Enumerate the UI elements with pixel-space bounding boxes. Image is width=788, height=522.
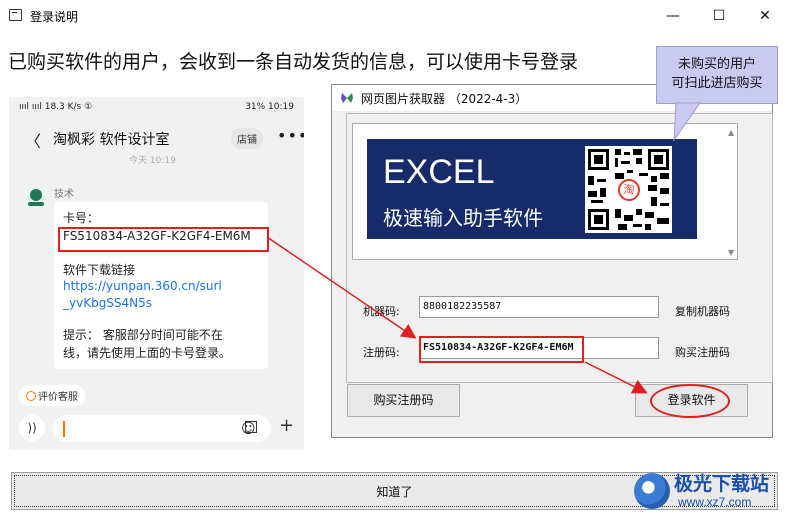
buy-reg-code-button: 购买注册码: [347, 384, 460, 417]
reg-code-highlight: [419, 336, 584, 363]
sender-name: 技术: [54, 189, 74, 200]
promo-banner: EXCEL 极速输入助手软件 淘: [367, 139, 697, 239]
banner-frame: ▲ EXCEL 极速输入助手软件 淘 ▼: [352, 123, 738, 260]
login-button-highlight: [650, 384, 730, 418]
minimize-button[interactable]: —: [650, 0, 696, 32]
card-label: 卡号：: [63, 211, 100, 225]
app-dialog-screenshot: 网页图片获取器 （2022-4-3） ▲ EXCEL 极速输入助手软件 淘 ▼: [331, 84, 773, 438]
watermark-text: 极光下载站: [674, 473, 770, 495]
plus-icon: +: [279, 415, 295, 436]
callout-line-2: 可扫此进店购买: [671, 76, 763, 91]
message-time: 今天 10:19: [129, 156, 176, 166]
title-bar: 登录说明 — ☐ ✕: [0, 0, 788, 32]
close-button[interactable]: ✕: [742, 0, 788, 32]
copy-machine-code-link: 复制机器码: [675, 305, 730, 318]
download-label: 软件下载链接: [63, 263, 136, 277]
message-bubble: 卡号： FS510834-A32GF-K2GF4-EM6M 软件下载链接 htt…: [54, 202, 269, 369]
banner-subtitle: 极速输入助手软件: [383, 206, 543, 230]
chat-header: 〈 淘枫彩 软件设计室 店铺 •••: [9, 119, 304, 157]
app-icon: [9, 9, 22, 21]
watermark-logo-icon: [634, 473, 670, 509]
evaluate-service-button: 评价客服: [19, 385, 85, 406]
smile-icon: [26, 391, 36, 401]
download-link-2: _yvKbgSS4N5s: [63, 296, 153, 310]
text-caret: [63, 421, 65, 437]
instruction-headline: 已购买软件的用户，会收到一条自动发货的信息，可以使用卡号登录: [8, 51, 579, 73]
window-title: 登录说明: [30, 10, 79, 24]
scroll-down-icon: ▼: [728, 248, 735, 257]
voice-icon: )): [19, 415, 45, 441]
reg-code-label: 注册码:: [363, 346, 400, 359]
sender-avatar: [23, 185, 49, 211]
tip-line-2: 线，请先使用上面的卡号登录。: [63, 346, 232, 360]
message-input: ☺: [53, 415, 271, 442]
machine-code-field: 8800182235587: [419, 296, 659, 318]
phone-input-bar: )) ☺ +: [9, 407, 304, 450]
dialog-title: 网页图片获取器 （2022-4-3）: [361, 92, 528, 106]
butterfly-icon: [341, 93, 353, 103]
banner-title: EXCEL: [383, 153, 495, 191]
shop-button: 店铺: [231, 128, 263, 149]
scroll-up-icon: ▲: [728, 128, 735, 137]
maximize-button[interactable]: ☐: [696, 0, 742, 32]
back-arrow-icon: 〈: [25, 132, 42, 151]
evaluate-label: 评价客服: [38, 392, 78, 403]
tip-line-1: 提示： 客服部分时间可能不在: [63, 328, 223, 342]
purchase-callout: 未购买的用户 可扫此进店购买: [656, 46, 778, 104]
phone-status-bar: ıııl ıııl 18.3 K/s ① 31% 10:19: [9, 97, 304, 119]
phone-screenshot: ıııl ıııl 18.3 K/s ① 31% 10:19 〈 淘枫彩 软件设…: [9, 97, 304, 450]
qr-code: 淘: [585, 146, 672, 233]
buy-reg-code-link: 购买注册码: [675, 346, 730, 359]
machine-code-label: 机器码:: [363, 305, 400, 318]
chat-title: 淘枫彩 软件设计室: [53, 132, 170, 148]
battery-time-status: 31% 10:19: [245, 102, 294, 112]
shopping-bag-icon: [245, 421, 257, 433]
site-watermark: 极光下载站 www.xz7.com: [634, 467, 784, 515]
watermark-url: www.xz7.com: [678, 495, 752, 509]
card-number-highlight: [58, 227, 269, 252]
callout-line-1: 未购买的用户: [677, 57, 756, 72]
taobao-logo: 淘: [618, 179, 640, 201]
download-link-1: https://yunpan.360.cn/surl: [63, 279, 222, 293]
more-icon: •••: [277, 126, 304, 145]
signal-status: ıııl ıııl 18.3 K/s ①: [19, 102, 93, 112]
